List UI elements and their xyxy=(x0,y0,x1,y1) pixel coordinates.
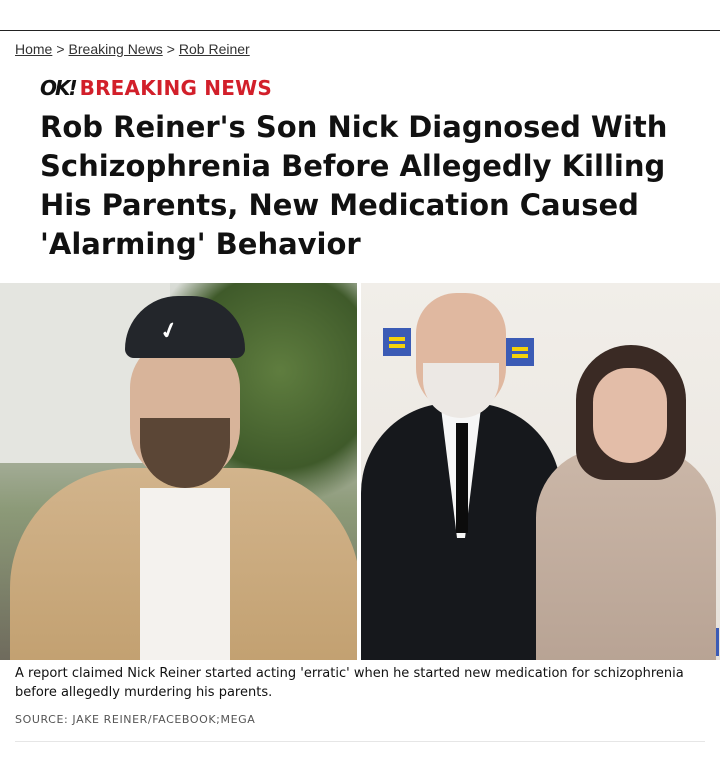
article-hero-image: ✓ xyxy=(0,283,720,660)
photo-rob-and-michele-reiner xyxy=(361,283,720,660)
breadcrumb-separator: > xyxy=(56,41,65,57)
equality-logo-icon xyxy=(506,338,534,366)
white-shirt xyxy=(140,488,230,660)
breadcrumb-home[interactable]: Home xyxy=(15,41,52,57)
breadcrumb: Home > Breaking News > Rob Reiner xyxy=(15,41,250,57)
breadcrumb-rob-reiner[interactable]: Rob Reiner xyxy=(179,41,250,57)
face xyxy=(593,368,667,463)
divider xyxy=(15,741,705,742)
equality-logo-icon xyxy=(383,328,411,356)
breaking-news-label[interactable]: BREAKING NEWS xyxy=(80,76,272,100)
image-source-credit: SOURCE: JAKE REINER/FACEBOOK;MEGA xyxy=(15,713,256,726)
section-kicker[interactable]: OK! BREAKING NEWS xyxy=(40,74,272,102)
breadcrumb-separator: > xyxy=(166,41,175,57)
article-headline: Rob Reiner's Son Nick Diagnosed With Sch… xyxy=(40,110,668,261)
top-border xyxy=(0,30,720,31)
breadcrumb-breaking-news[interactable]: Breaking News xyxy=(69,41,163,57)
ok-logo: OK! xyxy=(40,76,78,100)
black-tie xyxy=(456,423,468,533)
image-caption: A report claimed Nick Reiner started act… xyxy=(15,666,684,700)
photo-nick-reiner: ✓ xyxy=(0,283,357,660)
